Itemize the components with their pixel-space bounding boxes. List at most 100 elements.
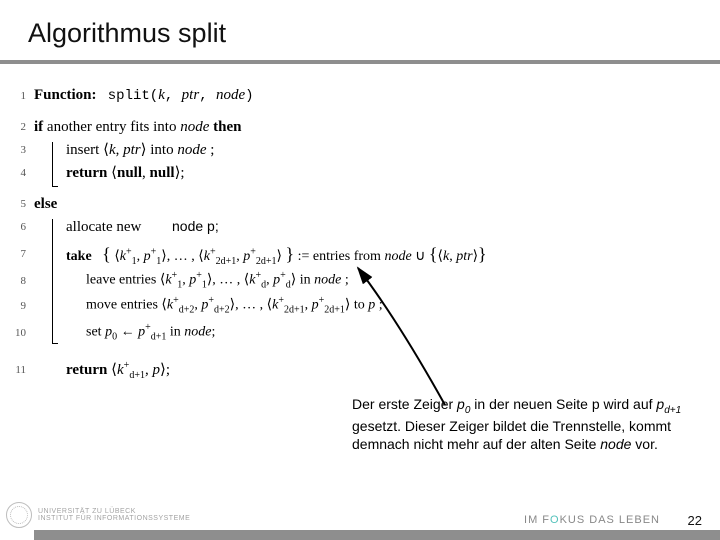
sub: d+1 — [151, 331, 167, 342]
motto-part: KUS DAS LEBEN — [560, 514, 660, 526]
var: p — [138, 325, 145, 340]
slide-title: Algorithmus split — [28, 18, 226, 49]
param-node: node — [216, 87, 245, 103]
note-var-node: node — [600, 436, 631, 452]
semi: ; — [211, 325, 215, 340]
institute-name: INSTITUT FÜR INFORMATIONSSYSTEME — [38, 515, 190, 522]
union: ∪ — [412, 249, 429, 264]
var: k — [117, 362, 124, 378]
var: k — [443, 249, 449, 264]
algo-line: allocate new — [66, 216, 141, 239]
line-number: 9 — [10, 298, 26, 315]
text: to — [350, 298, 368, 313]
null: null — [150, 165, 175, 181]
note-sub-d1: d+1 — [664, 405, 681, 416]
line-number: 2 — [10, 119, 26, 136]
semi: ; — [375, 298, 382, 313]
kw-else: else — [34, 196, 57, 212]
var: p — [105, 325, 112, 340]
comma: , — [165, 88, 182, 104]
text: set — [86, 325, 105, 340]
sub: d — [261, 279, 266, 290]
var-node: node — [180, 119, 209, 135]
text: leave entries — [86, 273, 160, 288]
comma: , — [142, 165, 150, 181]
semi: ; — [166, 362, 170, 378]
algo-line: take { ⟨k+1, p+1⟩, … , ⟨k+2d+1, p+2d+1⟩ … — [66, 241, 487, 269]
var-node: node — [184, 325, 211, 340]
kw-function: Function: — [34, 87, 97, 103]
sub: 2d+1 — [216, 256, 237, 267]
sub: 1 — [156, 256, 161, 267]
algo-line: leave entries ⟨k+1, p+1⟩, … , ⟨k+d, p+d⟩… — [86, 268, 349, 293]
line-number: 3 — [10, 142, 26, 159]
sub: d+2 — [179, 304, 195, 315]
slide: Algorithmus split 1 2 3 4 5 6 7 8 9 10 1… — [0, 0, 720, 540]
line-number: 8 — [10, 273, 26, 290]
sub: 2d+1 — [324, 304, 345, 315]
line-number: 10 — [10, 325, 26, 342]
sub: d — [286, 279, 291, 290]
algo-line: insert k, ptr into node ; — [66, 139, 214, 162]
var-ptr: ptr — [123, 142, 141, 158]
assign-arrow: ← — [117, 325, 138, 340]
algo-line: return null, null; — [66, 162, 185, 185]
text: move entries — [86, 298, 161, 313]
footer-affiliation: UNIVERSITÄT ZU LÜBECK INSTITUT FÜR INFOR… — [6, 500, 196, 530]
algo-line: if another entry fits into node then — [34, 116, 242, 139]
page-number: 22 — [688, 513, 702, 528]
var-node: node — [384, 249, 411, 264]
line-number: 5 — [10, 196, 26, 213]
note-var-p0: p — [457, 396, 465, 412]
algo-line: set p0 ← p+d+1 in node; — [86, 320, 215, 345]
sub: 2d+1 — [256, 256, 277, 267]
motto-part: IM F — [524, 514, 550, 526]
null: null — [117, 165, 142, 181]
semi: ; — [207, 142, 215, 158]
footer-motto: IM FOKUS DAS LEBEN — [524, 514, 660, 526]
algorithm-block: 1 2 3 4 5 6 7 8 9 10 11 Function: split(… — [10, 84, 550, 394]
footer-bar — [34, 530, 720, 540]
text: into — [146, 142, 177, 158]
text: another entry fits into — [43, 119, 180, 135]
kw-if: if — [34, 119, 43, 135]
var-node: node — [314, 273, 341, 288]
kw-then: then — [213, 119, 241, 135]
sub: 1 — [202, 279, 207, 290]
param-ptr: ptr — [182, 87, 200, 103]
block-rule — [52, 343, 58, 344]
text: in — [166, 325, 184, 340]
university-name: UNIVERSITÄT ZU LÜBECK — [38, 508, 190, 515]
fn-name: split( — [108, 88, 158, 104]
paren-close: ) — [245, 88, 253, 104]
block-rule — [52, 219, 53, 343]
note-text: in der neuen Seite p wird auf — [470, 396, 656, 412]
note-text: vor. — [631, 436, 657, 452]
university-text: UNIVERSITÄT ZU LÜBECK INSTITUT FÜR INFOR… — [38, 508, 190, 523]
university-seal-icon — [6, 502, 32, 528]
overlay-node-p: node p; — [172, 218, 219, 234]
comma: , — [116, 142, 124, 158]
comma: , — [199, 88, 216, 104]
text: insert — [66, 142, 103, 158]
sub: 1 — [177, 279, 182, 290]
block-rule — [52, 142, 53, 186]
annotation-note: Der erste Zeiger p0 in der neuen Seite p… — [352, 396, 707, 453]
algo-line: Function: split(k, ptr, node) — [34, 84, 254, 108]
note-text: Der erste Zeiger — [352, 396, 457, 412]
semi: ; — [341, 273, 348, 288]
var: p — [144, 249, 151, 264]
semi: ; — [180, 165, 184, 181]
sub: d+1 — [129, 370, 145, 381]
line-number: 7 — [10, 246, 26, 263]
var-node: node — [177, 142, 206, 158]
kw-return: return — [66, 165, 107, 181]
text: := entries from — [298, 249, 385, 264]
text: in — [296, 273, 314, 288]
line-number: 4 — [10, 165, 26, 182]
sub: 2d+1 — [284, 304, 305, 315]
line-number: 6 — [10, 219, 26, 236]
motto-accent: O — [550, 514, 560, 526]
var-k: k — [109, 142, 116, 158]
text: allocate new — [66, 219, 141, 235]
